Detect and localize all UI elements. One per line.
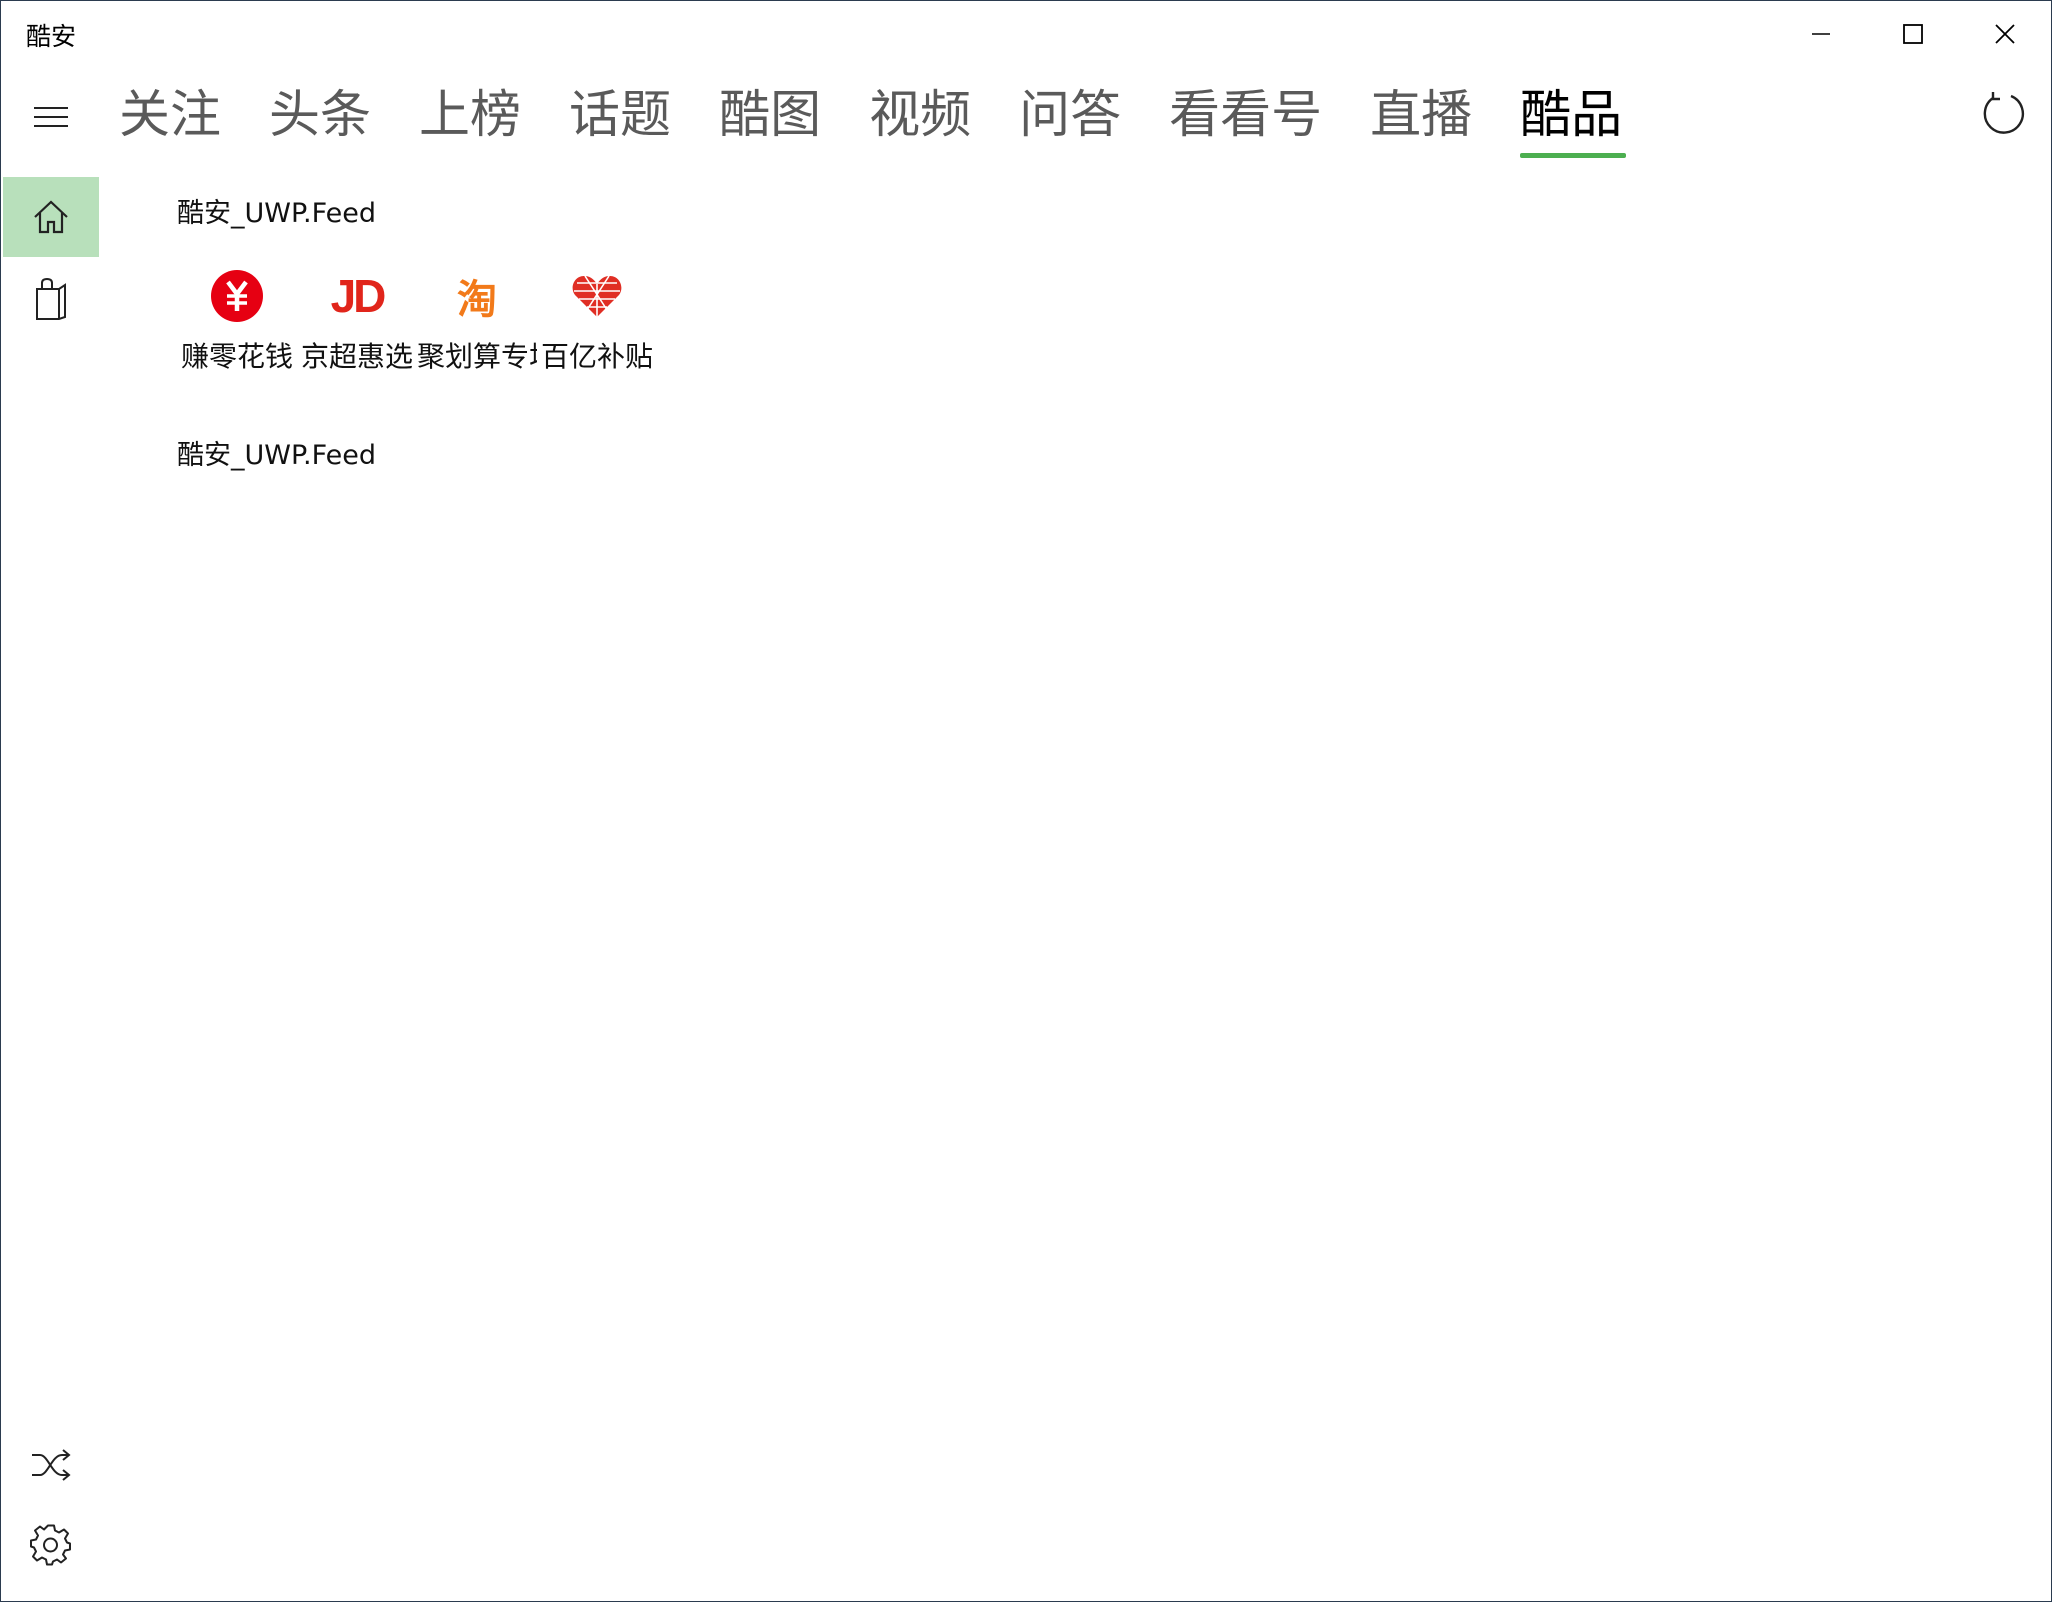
yuan-coin-icon: [211, 270, 263, 322]
sidebar-item-random[interactable]: [3, 1425, 99, 1505]
shortcut-label: 百亿补贴: [540, 340, 653, 373]
tab-kankan[interactable]: 看看号: [1169, 79, 1322, 153]
tab-bar: 关注 头条 上榜 话题 酷图 视频 问答 看看号 直播 酷品: [119, 79, 1670, 161]
maximize-button[interactable]: [1867, 1, 1959, 67]
tab-follow[interactable]: 关注: [119, 79, 221, 153]
app-window: 酷安 关注 头条 上榜 话题 酷图 视频 问答 看看号 直播 酷品 酷安_UWP…: [0, 0, 2052, 1602]
active-tab-indicator: [1520, 153, 1627, 158]
jd-logo-icon: JD: [330, 270, 387, 322]
shortcut-juhuasuan[interactable]: 淘 聚划算专场: [417, 267, 537, 375]
tab-headlines[interactable]: 头条: [269, 79, 371, 153]
sidebar-item-settings[interactable]: [3, 1505, 99, 1585]
sidebar-item-shop[interactable]: [3, 259, 99, 339]
shortcut-label: 赚零花钱: [180, 340, 293, 373]
tab-topics[interactable]: 话题: [569, 79, 671, 153]
hamburger-icon: [34, 107, 68, 127]
shortcut-subsidy[interactable]: 百亿补贴: [537, 267, 657, 375]
shortcut-earn-money[interactable]: 赚零花钱: [177, 267, 297, 375]
tab-live[interactable]: 直播: [1370, 79, 1472, 153]
taobao-logo-icon: 淘: [457, 277, 497, 323]
shortcut-grid: 赚零花钱 JD 京超惠选 淘 聚划算专场: [177, 267, 657, 375]
refresh-icon: [1983, 92, 2025, 134]
feed-title: 酷安_UWP.Feed: [177, 440, 377, 471]
tab-kupin[interactable]: 酷品: [1520, 79, 1627, 158]
shortcut-label: 京超惠选: [300, 340, 413, 373]
tab-videos[interactable]: 视频: [869, 79, 971, 153]
title-bar: 酷安: [1, 1, 2051, 67]
tab-ranking[interactable]: 上榜: [419, 79, 521, 153]
menu-button[interactable]: [15, 87, 87, 147]
close-button[interactable]: [1959, 1, 2051, 67]
close-icon: [1995, 24, 2015, 44]
maximize-icon: [1903, 24, 1923, 44]
refresh-button[interactable]: [1977, 83, 2031, 143]
tab-pictures[interactable]: 酷图: [719, 79, 821, 153]
gear-icon: [30, 1524, 71, 1566]
feed-title: 酷安_UWP.Feed: [177, 198, 377, 229]
shuffle-icon: [32, 1449, 71, 1481]
shortcut-jd[interactable]: JD 京超惠选: [297, 267, 417, 375]
tab-qa[interactable]: 问答: [1019, 79, 1121, 153]
home-icon: [34, 200, 68, 234]
shortcut-label: 聚划算专场: [417, 340, 537, 373]
window-title: 酷安: [26, 22, 77, 51]
sidebar-item-home[interactable]: [3, 177, 99, 257]
pinduoduo-heart-icon: [572, 275, 622, 317]
minimize-button[interactable]: [1775, 1, 1867, 67]
shopping-bag-icon: [36, 277, 66, 320]
minimize-icon: [1812, 33, 1830, 35]
